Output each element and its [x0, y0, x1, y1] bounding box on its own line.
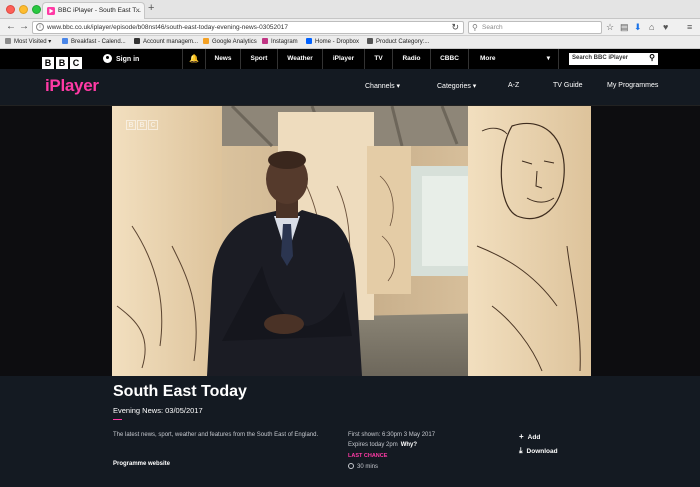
bookmark-product-category[interactable]: Product Category:...: [367, 38, 429, 45]
video-stage: BBC: [0, 106, 700, 376]
bookmark-most-visited[interactable]: Most Visited ▾: [5, 38, 51, 45]
first-shown-text: First shown: 6:30pm 3 May 2017: [348, 432, 436, 438]
iplayer-nav-tv-guide[interactable]: TV Guide: [553, 82, 583, 89]
bbc-nav-sport[interactable]: Sport: [241, 49, 278, 69]
zoom-window-button[interactable]: [32, 5, 41, 14]
download-icon: ⤓: [519, 446, 523, 455]
close-window-button[interactable]: [6, 5, 15, 14]
expires-text: Expires today 2pm: [348, 442, 398, 448]
episode-subtitle: Evening News: 03/05/2017: [113, 406, 203, 415]
iplayer-favicon-icon: [47, 7, 55, 15]
bbc-channel-watermark: BBC: [126, 114, 159, 132]
bbc-nav-more[interactable]: More ▾: [469, 49, 559, 69]
bbc-masthead: BBC Sign in 🔔 News Sport Weather iPlayer…: [0, 49, 700, 69]
add-button[interactable]: + Add: [519, 432, 540, 441]
browser-search-input[interactable]: ⚲ Search: [468, 21, 602, 34]
iplayer-nav-channels[interactable]: Channels ▾: [365, 82, 400, 90]
bookmark-star-icon[interactable]: ☆: [606, 22, 614, 32]
iplayer-header: iPlayer Channels ▾ Categories ▾ A-Z TV G…: [0, 69, 700, 106]
page-icon: [367, 38, 373, 44]
downloads-icon[interactable]: ⬇: [634, 22, 642, 32]
analytics-icon: [203, 38, 209, 44]
programme-website-link[interactable]: Programme website: [113, 461, 170, 467]
duration-info: 30 mins: [348, 463, 378, 470]
bbc-search-input[interactable]: Search BBC iPlayer ⚲: [569, 53, 658, 65]
forward-button[interactable]: →: [19, 21, 29, 33]
dropbox-icon: [306, 38, 312, 44]
browser-titlebar: BBC iPlayer - South East T... × +: [0, 0, 700, 19]
minimize-window-button[interactable]: [19, 5, 28, 14]
programme-title: South East Today: [113, 383, 247, 400]
user-icon: [103, 54, 112, 63]
bookmark-instagram[interactable]: Instagram: [262, 38, 298, 45]
home-icon[interactable]: ⌂: [649, 22, 654, 32]
expiry-info: Expires today 2pm Why?: [348, 442, 417, 448]
bookmarks-toolbar: Most Visited ▾ Breakfast - Calend... Acc…: [0, 36, 700, 49]
download-button[interactable]: ⤓ Download: [519, 446, 558, 456]
programme-description: The latest news, sport, weather and feat…: [113, 432, 319, 438]
bookmark-account[interactable]: Account managem...: [134, 38, 198, 45]
tab-title: BBC iPlayer - South East T...: [58, 7, 141, 14]
google-icon: [62, 38, 68, 44]
new-tab-button[interactable]: +: [148, 2, 154, 14]
url-text: www.bbc.co.uk/iplayer/episode/b08nst46/s…: [47, 24, 289, 31]
iplayer-nav-my-programmes[interactable]: My Programmes: [607, 82, 658, 89]
iplayer-logo[interactable]: iPlayer: [45, 76, 99, 96]
sign-in-link[interactable]: Sign in: [103, 54, 139, 63]
search-icon[interactable]: ⚲: [649, 53, 655, 62]
back-button[interactable]: ←: [6, 21, 16, 33]
bbc-nav-weather[interactable]: Weather: [278, 49, 323, 69]
bookmark-google-analytics[interactable]: Google Analytics: [203, 38, 257, 45]
programme-info-panel: South East Today Evening News: 03/05/201…: [0, 376, 700, 487]
video-player[interactable]: BBC: [112, 106, 591, 376]
accent-divider: [113, 419, 122, 420]
reading-list-icon[interactable]: ▤: [620, 22, 629, 32]
search-icon: ⚲: [472, 23, 478, 32]
notifications-bell-icon[interactable]: 🔔: [182, 49, 206, 69]
bbc-nav-cbbc[interactable]: CBBC: [431, 49, 469, 69]
browser-tab-active[interactable]: BBC iPlayer - South East T... ×: [42, 2, 145, 19]
clock-icon: [348, 463, 354, 469]
duration-text: 30 mins: [357, 464, 379, 470]
browser-navbar: ← → i www.bbc.co.uk/iplayer/episode/b08n…: [0, 19, 700, 36]
iplayer-nav-a-z[interactable]: A-Z: [508, 82, 519, 89]
bbc-nav-tv[interactable]: TV: [365, 49, 393, 69]
account-icon: [134, 38, 140, 44]
reload-icon[interactable]: ↻: [451, 22, 459, 33]
bbc-nav-radio[interactable]: Radio: [393, 49, 431, 69]
plus-icon: +: [519, 432, 524, 441]
iplayer-nav-categories[interactable]: Categories ▾: [437, 82, 476, 90]
pocket-icon[interactable]: ♥: [663, 22, 668, 32]
bbc-nav-iplayer[interactable]: iPlayer: [323, 49, 365, 69]
browser-search-placeholder: Search: [482, 24, 503, 31]
tab-close-icon[interactable]: ×: [135, 6, 140, 15]
folder-icon: [5, 38, 11, 44]
site-info-icon[interactable]: i: [36, 23, 44, 31]
instagram-icon: [262, 38, 268, 44]
bbc-search-placeholder: Search BBC iPlayer: [572, 55, 629, 61]
bookmark-breakfast[interactable]: Breakfast - Calend...: [62, 38, 126, 45]
why-link[interactable]: Why?: [401, 442, 417, 448]
menu-hamburger-icon[interactable]: ≡: [687, 22, 692, 32]
chevron-down-icon: ▾: [546, 55, 550, 62]
video-frame-image: [112, 106, 591, 376]
address-bar[interactable]: i www.bbc.co.uk/iplayer/episode/b08nst46…: [32, 21, 464, 34]
last-chance-badge: LAST CHANCE: [348, 453, 388, 459]
bbc-logo[interactable]: BBC: [42, 53, 84, 69]
bookmark-dropbox[interactable]: Home - Dropbox: [306, 38, 359, 45]
bbc-nav-news[interactable]: News: [206, 49, 241, 69]
